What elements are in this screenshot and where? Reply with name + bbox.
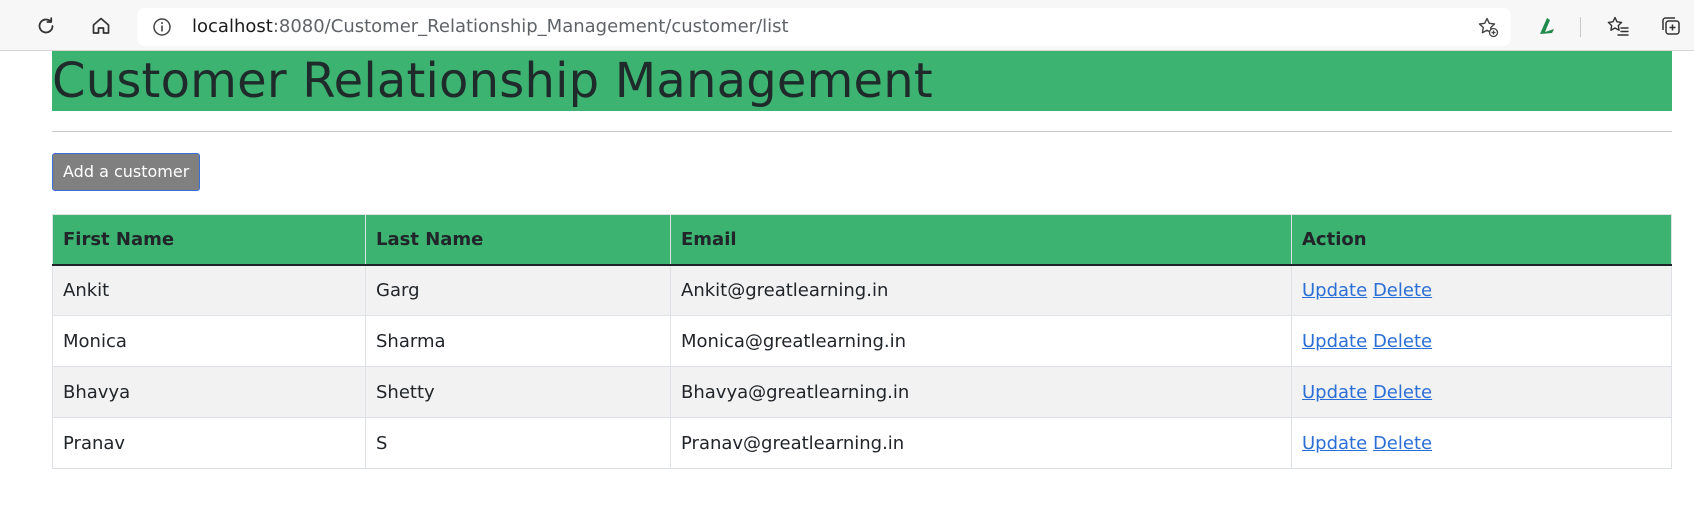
cell-last-name: Garg	[365, 264, 671, 316]
cell-first-name: Pranav	[52, 417, 366, 469]
home-icon[interactable]	[87, 12, 115, 40]
cell-email: Pranav@greatlearning.in	[670, 417, 1292, 469]
customer-table: First Name Last Name Email Action Ankit …	[52, 214, 1672, 469]
cell-email: Monica@greatlearning.in	[670, 315, 1292, 367]
cell-action: Update Delete	[1291, 315, 1672, 367]
info-icon[interactable]	[152, 17, 172, 37]
header-action: Action	[1291, 214, 1672, 266]
toolbar-divider	[1580, 17, 1581, 37]
extension-icon[interactable]	[1533, 12, 1561, 40]
header-email: Email	[670, 214, 1292, 266]
delete-link[interactable]: Delete	[1373, 382, 1432, 403]
cell-last-name: Shetty	[365, 366, 671, 418]
collections-icon[interactable]	[1657, 12, 1685, 40]
update-link[interactable]: Update	[1302, 382, 1367, 403]
table-header-row: First Name Last Name Email Action	[52, 214, 1672, 266]
cell-action: Update Delete	[1291, 417, 1672, 469]
favorite-add-icon[interactable]	[1477, 16, 1499, 38]
delete-link[interactable]: Delete	[1373, 280, 1432, 301]
delete-link[interactable]: Delete	[1373, 433, 1432, 454]
header-first-name: First Name	[52, 214, 366, 266]
cell-email: Bhavya@greatlearning.in	[670, 366, 1292, 418]
add-customer-button[interactable]: Add a customer	[52, 153, 201, 191]
update-link[interactable]: Update	[1302, 280, 1367, 301]
reload-icon[interactable]	[32, 12, 60, 40]
cell-action: Update Delete	[1291, 366, 1672, 418]
page-container: Customer Relationship Management Add a c…	[52, 51, 1672, 469]
url-text[interactable]: localhost:8080/Customer_Relationship_Man…	[192, 16, 789, 38]
update-link[interactable]: Update	[1302, 433, 1367, 454]
update-link[interactable]: Update	[1302, 331, 1367, 352]
table-row: Ankit Garg Ankit@greatlearning.in Update…	[52, 264, 1672, 316]
cell-action: Update Delete	[1291, 264, 1672, 316]
table-row: Monica Sharma Monica@greatlearning.in Up…	[52, 315, 1672, 367]
cell-email: Ankit@greatlearning.in	[670, 264, 1292, 316]
cell-first-name: Bhavya	[52, 366, 366, 418]
table-row: Bhavya Shetty Bhavya@greatlearning.in Up…	[52, 366, 1672, 418]
page-title: Customer Relationship Management	[52, 51, 1672, 111]
address-bar[interactable]: localhost:8080/Customer_Relationship_Man…	[137, 8, 1511, 46]
cell-last-name: S	[365, 417, 671, 469]
url-host: localhost	[192, 16, 273, 37]
cell-first-name: Ankit	[52, 264, 366, 316]
table-row: Pranav S Pranav@greatlearning.in Update …	[52, 417, 1672, 469]
header-last-name: Last Name	[365, 214, 671, 266]
url-path: :8080/Customer_Relationship_Management/c…	[272, 16, 789, 37]
favorites-icon[interactable]	[1604, 12, 1632, 40]
cell-first-name: Monica	[52, 315, 366, 367]
delete-link[interactable]: Delete	[1373, 331, 1432, 352]
cell-last-name: Sharma	[365, 315, 671, 367]
divider	[52, 131, 1672, 132]
browser-toolbar: localhost:8080/Customer_Relationship_Man…	[0, 0, 1694, 51]
